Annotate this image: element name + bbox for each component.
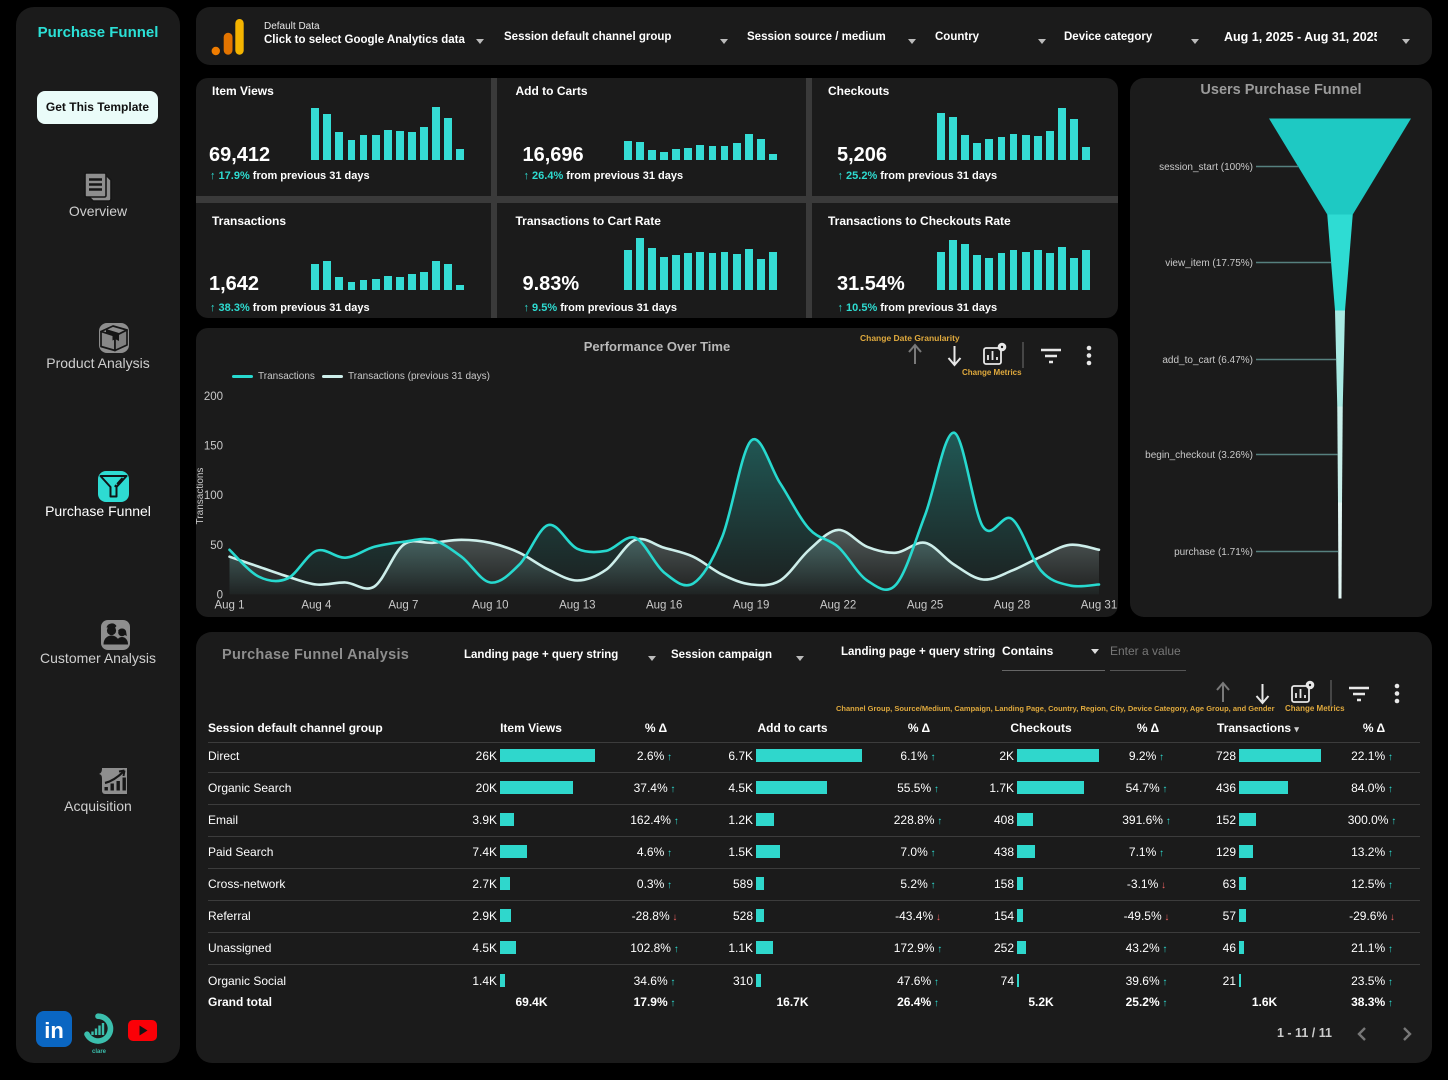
svg-text:purchase (1.71%): purchase (1.71%)	[1174, 547, 1253, 558]
svg-text:clare: clare	[92, 1049, 107, 1055]
svg-text:Aug 19: Aug 19	[733, 599, 769, 611]
svg-text:Aug 7: Aug 7	[388, 599, 418, 611]
svg-text:Aug 28: Aug 28	[994, 599, 1030, 611]
svg-text:Aug 31: Aug 31	[1081, 599, 1117, 611]
svg-text:add_to_cart (6.47%): add_to_cart (6.47%)	[1162, 355, 1253, 366]
svg-text:0: 0	[217, 589, 223, 601]
svg-text:Aug 22: Aug 22	[820, 599, 856, 611]
svg-text:150: 150	[204, 440, 223, 452]
svg-text:200: 200	[204, 391, 223, 403]
svg-text:Aug 4: Aug 4	[301, 599, 332, 611]
svg-text:50: 50	[210, 539, 223, 551]
svg-text:in: in	[44, 1018, 64, 1043]
svg-text:Aug 25: Aug 25	[907, 599, 943, 611]
svg-text:Transactions: Transactions	[196, 467, 206, 524]
svg-text:session_start (100%): session_start (100%)	[1159, 162, 1253, 173]
svg-text:Aug 10: Aug 10	[472, 599, 508, 611]
svg-text:begin_checkout (3.26%): begin_checkout (3.26%)	[1145, 450, 1253, 461]
svg-text:view_item (17.75%): view_item (17.75%)	[1165, 258, 1253, 269]
svg-text:Aug 16: Aug 16	[646, 599, 682, 611]
svg-text:Aug 13: Aug 13	[559, 599, 595, 611]
svg-text:100: 100	[204, 490, 223, 502]
